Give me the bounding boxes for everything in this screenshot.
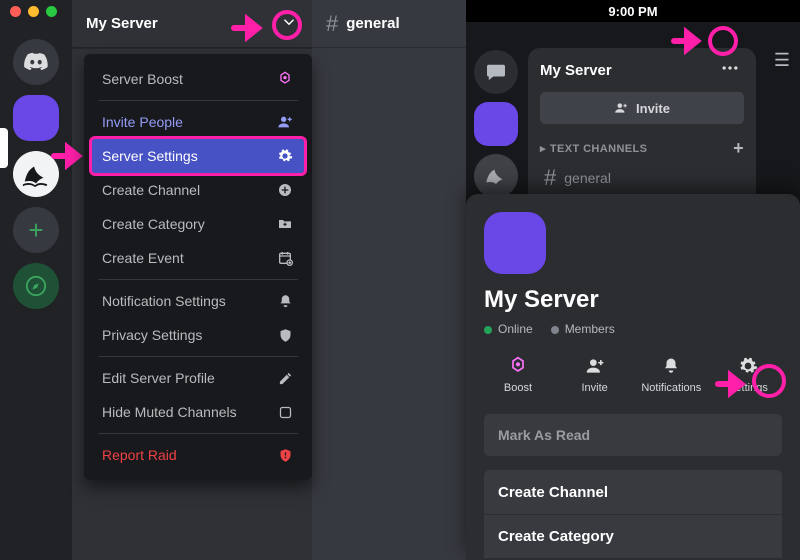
mobile-row-create-category[interactable]: Create Category [484, 514, 782, 558]
server-rail: + [0, 0, 72, 560]
checkbox-icon [276, 403, 294, 421]
mobile-action-notifications[interactable]: Notifications [641, 354, 701, 394]
boost-icon [276, 70, 294, 88]
mobile-server-rail [466, 44, 526, 198]
mobile-action-boost[interactable]: Boost [488, 354, 548, 394]
hash-icon: # [544, 165, 556, 191]
invite-icon [583, 354, 607, 378]
hash-icon: # [326, 11, 338, 37]
mobile-row-create-channel[interactable]: Create Channel [484, 470, 782, 514]
menu-report-raid[interactable]: Report Raid [92, 438, 304, 472]
add-server-button[interactable]: + [13, 207, 59, 253]
mobile-server-icon-myserver[interactable] [474, 102, 518, 146]
menu-invite-people[interactable]: Invite People [92, 105, 304, 139]
server-selection-pill [0, 128, 8, 168]
channel-header: # general [312, 0, 466, 48]
zoom-dot[interactable] [46, 6, 57, 17]
mobile-server-icon-midjourney[interactable] [474, 154, 518, 198]
shield-alert-icon [276, 446, 294, 464]
menu-hide-muted[interactable]: Hide Muted Channels [92, 395, 304, 429]
bell-icon [659, 354, 683, 378]
mobile-channel-label: general [564, 170, 611, 186]
server-name-label: My Server [86, 15, 158, 32]
mobile-dm-button[interactable] [474, 50, 518, 94]
mobile-members-toggle[interactable]: ☰ [774, 50, 790, 71]
explore-button[interactable] [13, 263, 59, 309]
channel-pane: # general [312, 0, 466, 560]
mobile-server-sheet: My Server Online Members Boost Invite No… [466, 194, 800, 560]
folder-plus-icon [276, 215, 294, 233]
status-time: 9:00 PM [608, 4, 657, 19]
mobile-action-invite[interactable]: Invite [565, 354, 625, 394]
boost-icon [506, 354, 530, 378]
shield-icon [276, 326, 294, 344]
menu-create-event[interactable]: Create Event [92, 241, 304, 275]
mobile-channel-general[interactable]: # general [540, 165, 744, 191]
mobile-invite-button[interactable]: Invite [540, 92, 744, 124]
mobile-sheet-title: My Server [484, 286, 782, 314]
window-traffic-lights[interactable] [10, 6, 57, 17]
mobile-section-label: TEXT CHANNELS [550, 143, 647, 155]
menu-server-settings[interactable]: Server Settings [92, 139, 304, 173]
channel-name: general [346, 15, 399, 32]
menu-privacy-settings[interactable]: Privacy Settings [92, 318, 304, 352]
mobile-server-stats: Online Members [484, 322, 782, 336]
server-icon-midjourney[interactable] [13, 151, 59, 197]
close-dot[interactable] [10, 6, 21, 17]
home-button[interactable] [13, 39, 59, 85]
server-dropdown-toggle[interactable]: My Server [72, 0, 312, 48]
mobile-server-name: My Server [540, 62, 612, 79]
desktop-app: + My Server # general Server Boost Invit… [0, 0, 466, 560]
status-bar: 9:00 PM [466, 0, 800, 22]
calendar-plus-icon [276, 249, 294, 267]
server-dropdown: Server Boost Invite People Server Settin… [84, 54, 312, 480]
online-count: Online [484, 322, 533, 336]
mobile-add-channel-icon[interactable]: + [733, 138, 744, 159]
server-icon-myserver[interactable] [13, 95, 59, 141]
plus-circle-icon [276, 181, 294, 199]
pencil-icon [276, 369, 294, 387]
mobile-action-settings[interactable]: Settings [718, 354, 778, 394]
ellipsis-icon[interactable] [720, 58, 740, 82]
minimize-dot[interactable] [28, 6, 39, 17]
menu-create-category[interactable]: Create Category [92, 207, 304, 241]
chevron-down-icon [280, 13, 298, 35]
mobile-server-header[interactable]: My Server [540, 58, 744, 82]
menu-notification-settings[interactable]: Notification Settings [92, 284, 304, 318]
invite-icon [276, 113, 294, 131]
menu-edit-server-profile[interactable]: Edit Server Profile [92, 361, 304, 395]
menu-create-channel[interactable]: Create Channel [92, 173, 304, 207]
gear-icon [276, 147, 294, 165]
mobile-channel-panel: My Server Invite ▸ TEXT CHANNELS + # gen… [528, 48, 756, 194]
mobile-section-header[interactable]: ▸ TEXT CHANNELS + [540, 138, 744, 159]
mobile-app: 9:00 PM My Server Invite ▸ TEXT CHANNELS… [466, 0, 800, 560]
members-count: Members [551, 322, 615, 336]
mobile-server-avatar [484, 212, 546, 274]
mobile-top-layer: My Server Invite ▸ TEXT CHANNELS + # gen… [466, 22, 800, 194]
mobile-invite-label: Invite [636, 101, 670, 116]
gear-icon [736, 354, 760, 378]
bell-icon [276, 292, 294, 310]
mobile-mark-as-read[interactable]: Mark As Read [484, 414, 782, 456]
menu-server-boost[interactable]: Server Boost [92, 62, 304, 96]
mobile-action-row: Boost Invite Notifications Settings [484, 354, 782, 394]
